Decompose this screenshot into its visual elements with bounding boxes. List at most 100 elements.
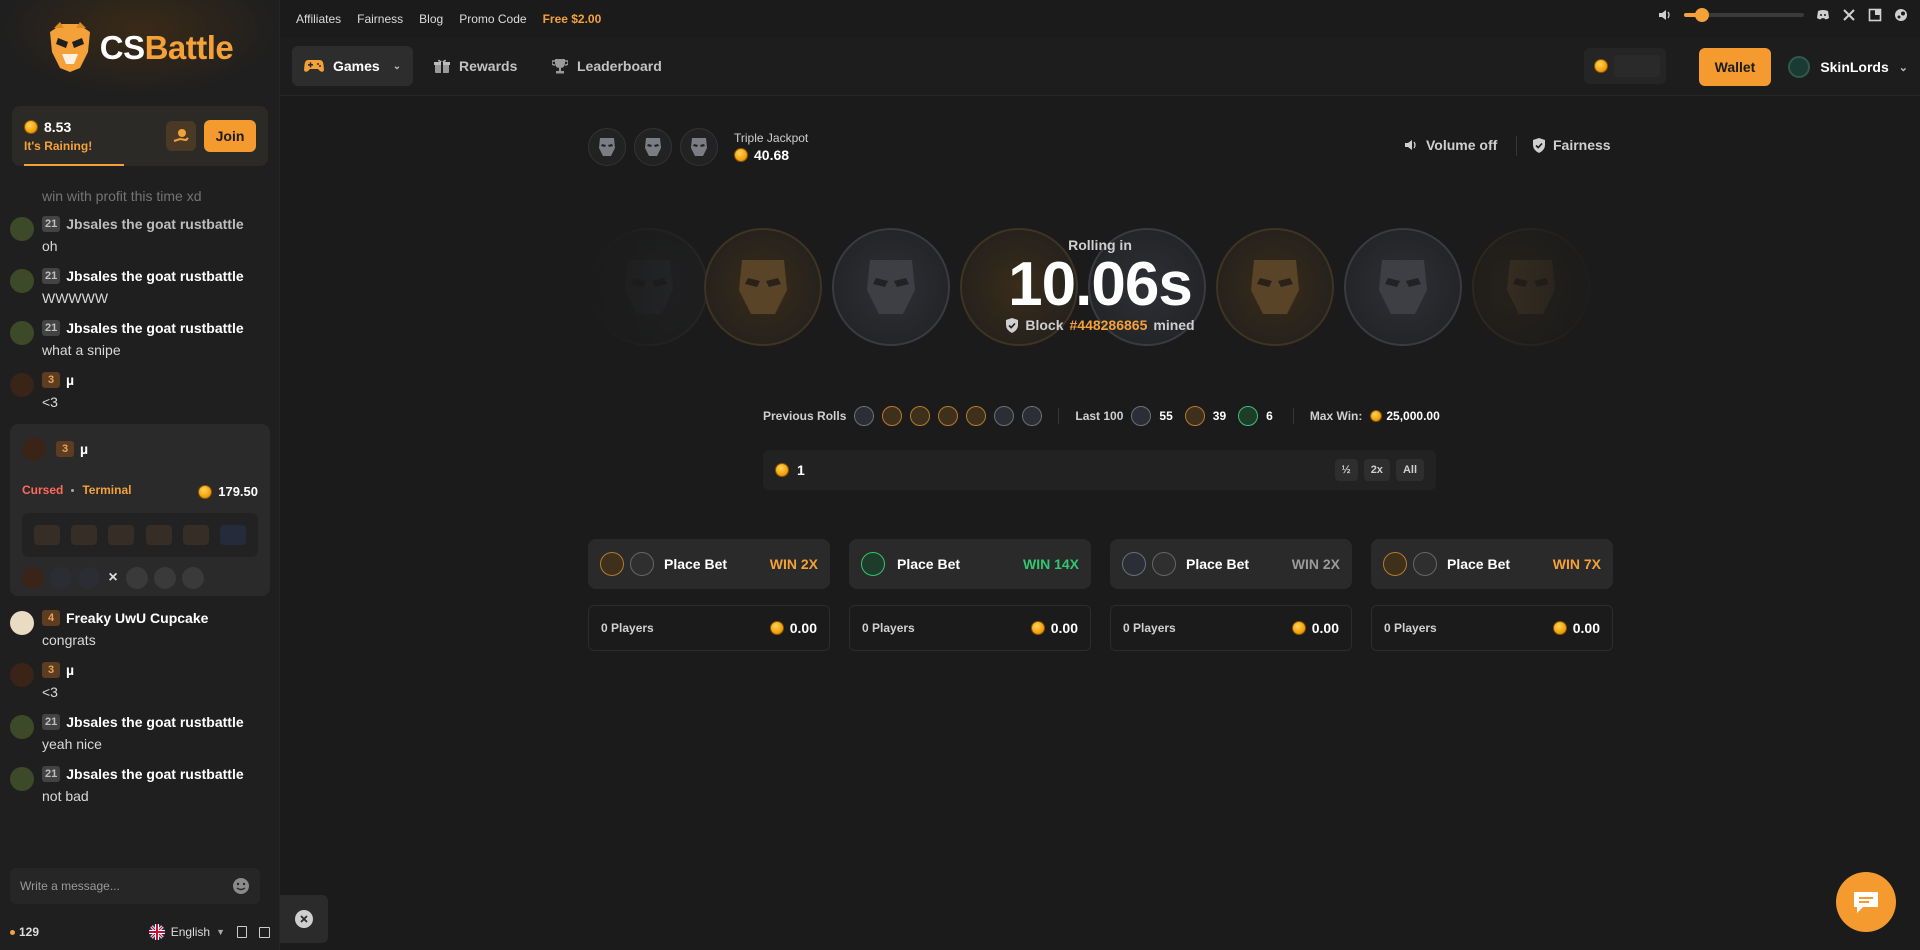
rain-tip-button[interactable]	[166, 121, 196, 151]
chat-message-partial: win with profit this time xd	[0, 188, 280, 204]
half-bet-button[interactable]: ½	[1334, 459, 1358, 481]
chat-message-input[interactable]	[20, 879, 232, 893]
gift-icon[interactable]	[259, 926, 270, 938]
online-indicator-icon	[10, 929, 15, 935]
sidebar-footer: 129 English ▼	[10, 922, 270, 942]
chat-message: 21 Jbsales the goat rustbattle oh	[0, 216, 280, 254]
x-twitter-icon[interactable]	[1842, 8, 1856, 22]
battle-amount: 179.50	[218, 484, 258, 499]
place-bet-label: Place Bet	[664, 556, 728, 572]
avatar	[10, 373, 34, 397]
battle-card[interactable]: 3µ Cursed Terminal 179.50 ×	[10, 424, 270, 596]
chat-username[interactable]: Jbsales the goat rustbattle	[66, 766, 243, 782]
stats-row: Previous Rolls Last 100 55 39 6 Max Win:…	[763, 406, 1440, 426]
balance-display[interactable]	[1584, 48, 1666, 84]
last100-gray-count: 55	[1159, 409, 1173, 423]
language-selector[interactable]: English ▼	[148, 924, 225, 940]
block-info: Block #448286865 mined	[1005, 317, 1195, 333]
gold-mask-icon	[938, 406, 959, 426]
chat-message: 21 Jbsales the goat rustbattle not bad	[0, 766, 280, 804]
volume-slider[interactable]	[1684, 8, 1804, 22]
divider	[1292, 408, 1294, 424]
gold-mask-icon	[600, 552, 624, 576]
fairness-button[interactable]: Fairness	[1532, 137, 1611, 153]
chat-message-text: not bad	[42, 788, 89, 804]
discord-icon[interactable]	[1816, 8, 1830, 22]
rain-panel: 8.53 It's Raining! Join	[12, 106, 268, 166]
kick-icon[interactable]	[1868, 8, 1882, 22]
steam-icon[interactable]	[1894, 8, 1908, 22]
block-number[interactable]: #448286865	[1070, 317, 1148, 333]
games-menu[interactable]: Games ⌄	[292, 46, 414, 86]
gift-icon	[434, 59, 450, 73]
bet-amount-input[interactable]	[797, 462, 1329, 478]
win-multiplier: WIN 14X	[1022, 556, 1079, 572]
avatar	[10, 217, 34, 241]
last100-gold-count: 39	[1212, 409, 1227, 423]
level-badge: 4	[42, 610, 60, 626]
terrorist-icon	[1383, 552, 1407, 576]
balance-value	[1614, 55, 1660, 77]
chat-username[interactable]: Jbsales the goat rustbattle	[66, 216, 243, 232]
logo[interactable]: CSBattle	[0, 0, 279, 96]
rain-join-button[interactable]: Join	[204, 120, 256, 152]
level-badge: 3	[42, 662, 60, 678]
bet-column-gold: Place Bet WIN 2X 0 Players 0.00	[588, 539, 830, 651]
fairness-link[interactable]: Fairness	[357, 12, 403, 26]
roulette-wheel: Rolling in 10.06s Block #448286865 mined	[588, 210, 1612, 360]
level-badge: 21	[42, 320, 61, 336]
chat-username[interactable]: Jbsales the goat rustbattle	[66, 268, 243, 284]
all-in-button[interactable]: All	[1395, 459, 1424, 481]
speaker-icon[interactable]	[1658, 8, 1672, 22]
wallet-button[interactable]: Wallet	[1699, 48, 1771, 86]
leaderboard-label: Leaderboard	[577, 58, 662, 74]
chat-username[interactable]: Jbsales the goat rustbattle	[66, 320, 243, 336]
free-bonus-link[interactable]: Free $2.00	[543, 12, 602, 26]
toggle-chat-button[interactable]	[280, 895, 328, 943]
place-bet-gray-button[interactable]: Place Bet WIN 2X	[1110, 539, 1352, 589]
coin-icon	[1552, 621, 1567, 635]
volume-toggle[interactable]: Volume off	[1404, 137, 1497, 153]
rewards-tab[interactable]: Rewards	[422, 46, 529, 86]
rules-icon[interactable]	[237, 926, 247, 938]
blog-link[interactable]: Blog	[419, 12, 443, 26]
trophy-icon	[552, 59, 568, 74]
coin-icon	[24, 120, 38, 134]
chat-message-text: what a snipe	[42, 342, 121, 358]
language-label: English	[170, 925, 211, 939]
double-bet-button[interactable]: 2x	[1363, 459, 1390, 481]
gray-mask-icon	[1122, 552, 1146, 576]
logo-cs: CS	[99, 29, 145, 66]
gold-mask-icon	[882, 406, 903, 426]
chat-message-text: congrats	[42, 632, 96, 648]
chat-username[interactable]: µ	[80, 441, 88, 457]
promo-code-link[interactable]: Promo Code	[459, 12, 526, 26]
affiliates-link[interactable]: Affiliates	[296, 12, 341, 26]
chat-username[interactable]: µ	[66, 372, 74, 388]
players-count: 0 Players	[1123, 621, 1176, 635]
divider	[1058, 408, 1060, 424]
chat-sidebar: CSBattle 8.53 It's Raining! Join win wit…	[0, 0, 280, 950]
avatar	[10, 269, 34, 293]
support-chat-button[interactable]	[1836, 872, 1896, 932]
chat-username[interactable]: µ	[66, 662, 74, 678]
emoji-icon[interactable]	[232, 877, 250, 895]
user-menu[interactable]: SkinLords ⌄	[1788, 48, 1908, 86]
username: SkinLords	[1820, 59, 1889, 75]
player-avatar	[22, 567, 44, 589]
block-suffix: mined	[1153, 317, 1195, 333]
place-bet-gold-button[interactable]: Place Bet WIN 2X	[588, 539, 830, 589]
gold-mask-icon	[910, 406, 931, 426]
chat-username[interactable]: Freaky UwU Cupcake	[66, 610, 208, 626]
bet-column-gray: Place Bet WIN 2X 0 Players 0.00	[1110, 539, 1352, 651]
place-bet-mixed-button[interactable]: Place Bet WIN 7X	[1371, 539, 1613, 589]
volume-slider-knob[interactable]	[1695, 8, 1709, 22]
chat-username[interactable]: Jbsales the goat rustbattle	[66, 714, 243, 730]
place-bet-green-button[interactable]: Place Bet WIN 14X	[849, 539, 1091, 589]
volume-toggle-label: Volume off	[1426, 137, 1498, 153]
leaderboard-tab[interactable]: Leaderboard	[540, 46, 674, 86]
coin-icon	[734, 148, 748, 162]
chat-message-text: oh	[42, 238, 58, 254]
battle-mode-cursed: Cursed	[22, 483, 64, 497]
avatar	[10, 321, 34, 345]
